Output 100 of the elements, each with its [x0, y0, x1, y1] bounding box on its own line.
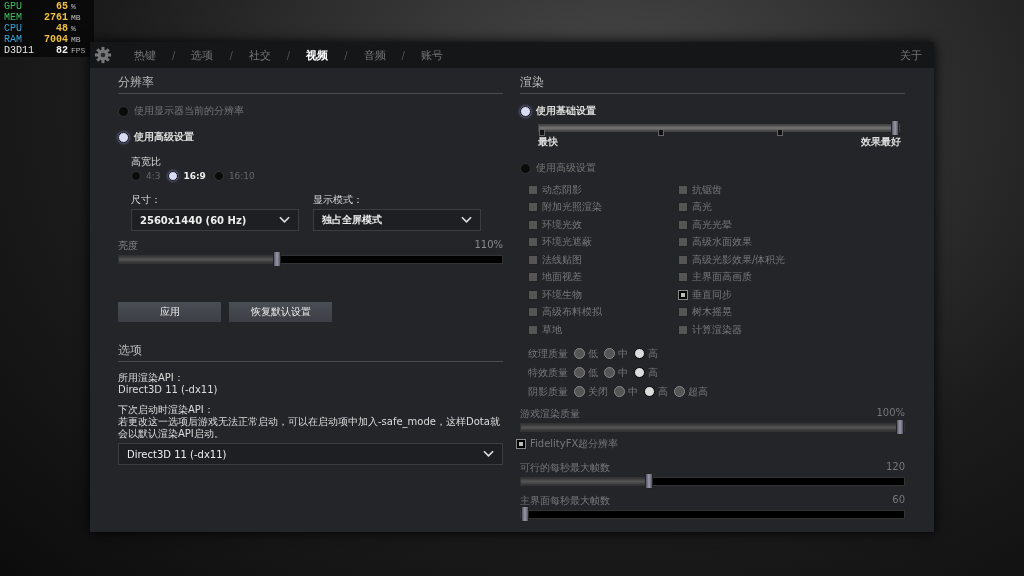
radio-button[interactable]	[118, 105, 129, 117]
checkbox-label: 法线贴图	[542, 252, 582, 267]
checkbox-label: 主界面高画质	[692, 270, 752, 285]
radio-label: 高	[658, 384, 668, 399]
checkbox-label: 高光	[692, 200, 712, 215]
checkbox-label: 高级水面效果	[692, 235, 752, 250]
stat-label: RAM	[4, 34, 23, 45]
radio-label: 16:9	[183, 171, 206, 181]
settings-icon[interactable]	[94, 46, 112, 64]
chevron-icon	[483, 450, 494, 458]
checkbox-label: 计算渲染器	[692, 322, 742, 337]
radio-label: 使用显示器当前的分辨率	[134, 104, 244, 118]
radio-label: 使用高级设置	[536, 161, 596, 175]
render-api-dropdown[interactable]: Direct3D 11 (-dx11)	[118, 443, 503, 465]
settings-tab[interactable]: 音频	[357, 47, 392, 63]
quality-label: 阴影质量	[528, 384, 568, 399]
radio-button[interactable]	[131, 171, 141, 181]
info-label: 下次启动时渲染API：	[118, 404, 215, 416]
slider-reading: 110%	[474, 239, 503, 252]
stat-value: 48	[55, 23, 68, 34]
section-title: 分辨率	[118, 74, 503, 94]
field-label: 尺寸：	[131, 193, 162, 207]
radio-label: 低	[588, 365, 598, 380]
stat-value: 2761	[43, 12, 68, 23]
radio-label: 超高	[688, 384, 708, 399]
radio-label: 中	[628, 384, 638, 399]
slider-reading: 100%	[876, 406, 905, 420]
radio-label: 高	[648, 365, 658, 380]
checkbox-label: 高级布料模拟	[542, 305, 602, 320]
stat-unit: FPS	[70, 45, 87, 56]
tab-separator: /	[343, 49, 349, 61]
radio-button[interactable]	[213, 171, 224, 181]
info-value: Direct3D 11 (-dx11)	[118, 384, 219, 396]
field-label: 显示模式：	[313, 193, 364, 207]
stat-label: D3D11	[4, 45, 35, 56]
radio-button[interactable]	[520, 105, 531, 117]
action-button[interactable]: 应用	[118, 302, 221, 322]
slider-label: 主界面每秒最大帧数	[520, 494, 610, 508]
stat-unit: %	[70, 1, 77, 12]
radio-button[interactable]	[118, 131, 129, 143]
info-label: 所用渲染API：	[118, 372, 185, 384]
stat-unit: %	[70, 23, 77, 34]
radio-label: 使用高级设置	[134, 130, 194, 144]
stat-value: 7004	[43, 34, 68, 45]
section-title: 渲染	[520, 74, 905, 94]
settings-tab[interactable]: 热键	[128, 47, 162, 63]
field-label: 高宽比	[131, 155, 162, 169]
about-tab[interactable]: 关于	[894, 47, 928, 63]
checkbox-label: 动态阴影	[542, 182, 582, 197]
stat-label: MEM	[4, 12, 23, 23]
radio-button[interactable]	[168, 171, 179, 181]
slider-reading: 60	[892, 494, 905, 507]
checkbox-label: 环境光效	[542, 217, 582, 232]
section-title: 选项	[118, 342, 503, 362]
radio-label: 16:10	[228, 171, 255, 181]
stat-label: GPU	[4, 1, 23, 12]
info-note: 若更改这一选项后游戏无法正常启动，可以在启动项中加入-safe_mode，这样Dota就会以默认渲染API启动。	[118, 416, 501, 440]
checkbox-label: 高级光影效果/体积光	[692, 252, 786, 267]
checkbox-label: 地面视差	[542, 270, 582, 285]
display-mode-dropdown[interactable]: 独占全屏模式	[313, 209, 481, 231]
slider-tick	[539, 129, 545, 136]
chevron-icon	[279, 216, 290, 224]
stat-value: 82	[55, 45, 68, 56]
radio-label: 高	[648, 346, 658, 361]
radio-label: 关闭	[588, 384, 608, 399]
quality-label: 纹理质量	[528, 346, 568, 361]
settings-tab[interactable]: 账号	[414, 47, 449, 63]
checkbox-label: 环境生物	[542, 287, 582, 302]
checkbox-label: 环境光遮蔽	[542, 235, 592, 250]
chevron-icon	[461, 216, 472, 224]
slider-handle[interactable]	[891, 120, 899, 136]
settings-tab[interactable]: 社交	[242, 47, 277, 63]
slider-label: 游戏渲染质量	[520, 406, 580, 421]
checkbox-label: 树木摇晃	[692, 305, 732, 320]
radio-label: 中	[618, 365, 628, 380]
slider-max-label: 效果最好	[861, 135, 901, 149]
quality-label: 特效质量	[528, 365, 568, 380]
tab-separator: /	[171, 49, 177, 61]
radio-label: 4:3	[146, 171, 161, 181]
stat-unit: MB	[70, 12, 82, 23]
action-button[interactable]: 恢复默认设置	[229, 302, 332, 322]
slider-label: 可行的每秒最大帧数	[520, 461, 610, 475]
slider-handle[interactable]	[272, 251, 281, 267]
radio-label: 中	[618, 346, 628, 361]
settings-tab[interactable]: 视频	[300, 47, 335, 63]
settings-tab[interactable]: 选项	[185, 47, 220, 63]
tab-separator: /	[400, 49, 406, 61]
size-dropdown[interactable]: 2560x1440 (60 Hz)	[131, 209, 299, 231]
slider-label: 亮度	[118, 239, 138, 253]
checkbox-label: 抗锯齿	[692, 182, 722, 197]
slider-tick	[657, 129, 664, 136]
checkbox-label: 草地	[542, 322, 562, 337]
slider-reading: 120	[885, 461, 905, 474]
checkbox-label: 附加光照渲染	[542, 200, 602, 215]
radio-label: 低	[588, 346, 598, 361]
radio-label: 使用基础设置	[536, 104, 596, 118]
stat-label: CPU	[4, 23, 23, 34]
slider-tick	[776, 129, 783, 136]
tab-separator: /	[228, 49, 234, 61]
stat-unit: MB	[70, 34, 82, 45]
